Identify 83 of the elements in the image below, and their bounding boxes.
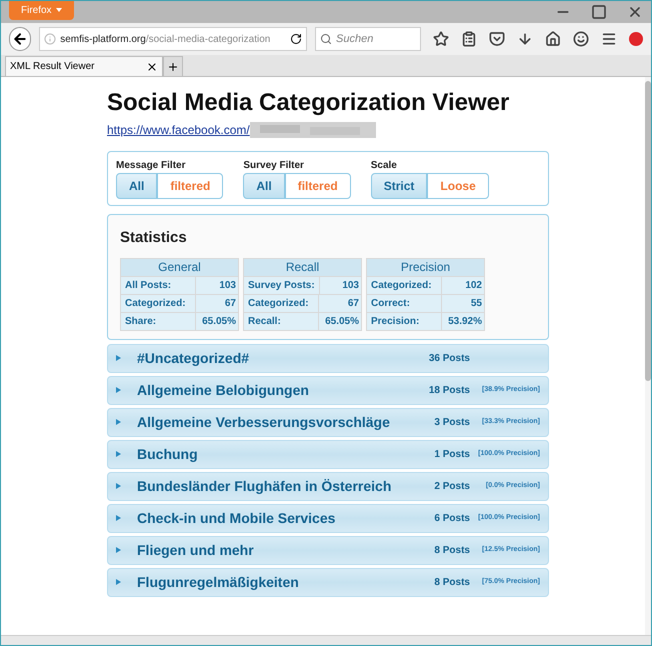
stats-value-cell: 103 [320,276,361,294]
filter-toggle[interactable]: filtered [157,173,224,199]
stats-label-cell: Recall: [244,312,318,330]
post-count: 8 Posts [434,544,470,558]
url-path: /social-media-categorization [146,32,270,46]
stats-label-cell: Share: [121,312,195,330]
post-count: 3 Posts [434,416,470,430]
firefox-menu-button[interactable]: Firefox [9,1,74,20]
reload-icon[interactable] [290,33,302,45]
filter-toggle[interactable]: All [243,173,285,199]
stats-heading: General [121,258,238,276]
maximize-icon[interactable] [591,4,607,20]
stats-value-cell: 65.05% [319,312,361,330]
clipboard-icon[interactable] [461,31,477,47]
filter-toggle[interactable]: Loose [427,173,489,199]
stats-label-cell: Categorized: [244,294,318,312]
stats-value-cell: 55 [442,294,484,312]
stats-heading: Recall [244,258,361,276]
search-field[interactable]: Suchen [315,27,421,51]
category-name: Check-in und Mobile Services [137,508,336,528]
stats-value-cell: 67 [319,294,361,312]
close-tab-icon[interactable] [146,60,158,72]
search-icon [320,33,332,45]
stats-value-cell: 65.05% [196,312,238,330]
bookmark-star-icon[interactable] [433,31,449,47]
filter-label: Message Filter [116,159,186,173]
plus-icon [167,60,179,72]
facebook-link[interactable]: https://www.facebook.com/ [107,121,250,139]
stats-value-cell: 53.92% [442,312,484,330]
category-name: Flugunregelmäßigkeiten [137,572,299,592]
post-count: 6 Posts [434,512,470,526]
statistics-title: Statistics [120,228,188,248]
filter-label: Survey Filter [243,159,305,173]
filter-label: Scale [370,159,398,173]
stats-heading: Precision [367,258,484,276]
post-count: 18 Posts [428,384,470,398]
stats-label-cell: Survey Posts: [244,276,319,294]
post-count: 1 Posts [434,448,470,462]
pocket-icon[interactable] [489,31,505,47]
post-count: 8 Posts [434,576,470,590]
expand-arrow-icon[interactable] [116,547,121,553]
category-name: Fliegen und mehr [137,540,254,560]
stats-value-cell: 67 [196,294,238,312]
stop-sign-icon[interactable] [629,32,643,46]
expand-arrow-icon[interactable] [116,515,121,521]
stats-label-cell: Categorized: [121,294,195,312]
category-name: Allgemeine Verbesserungsvorschläge [137,412,390,432]
new-tab-button[interactable] [163,56,183,76]
stats-value-cell: 102 [442,276,484,294]
expand-arrow-icon[interactable] [116,483,121,489]
back-button[interactable] [9,27,32,51]
menu-icon[interactable] [601,31,617,47]
category-name: Allgemeine Belobigungen [137,380,309,400]
search-input[interactable]: Suchen [336,30,416,48]
filter-toggle[interactable]: Strict [370,173,428,199]
expand-arrow-icon[interactable] [116,419,121,425]
dropdown-caret-icon [56,8,62,12]
filter-toggle[interactable]: filtered [284,173,351,199]
category-name: Buchung [137,444,198,464]
expand-arrow-icon[interactable] [116,355,121,361]
stats-label-cell: Precision: [367,312,441,330]
category-row[interactable]: #Uncategorized# 36 Posts [107,344,549,372]
post-count: 36 Posts [428,352,470,366]
home-icon[interactable] [545,31,561,47]
category-name: #Uncategorized# [137,348,250,368]
close-icon[interactable] [627,4,643,20]
page-title: Social Media Categorization Viewer [107,89,510,117]
filter-toggle[interactable]: All [116,173,158,199]
download-icon[interactable] [517,31,533,47]
stats-label-cell: Correct: [367,294,441,312]
address-bar[interactable]: semfis-platform.org/social-media-categorization [39,27,307,51]
expand-arrow-icon[interactable] [116,451,121,457]
stats-value-cell: 103 [196,276,238,294]
stats-label-cell: Categorized: [367,276,441,294]
smiley-icon[interactable] [573,31,589,47]
post-count: 2 Posts [434,480,470,494]
expand-arrow-icon[interactable] [116,579,121,585]
category-name: Bundesländer Flughäfen in Österreich [137,476,392,496]
browser-tab[interactable]: XML Result Viewer [5,56,163,76]
scrollbar[interactable] [645,77,651,635]
stats-label-cell: All Posts: [121,276,195,294]
expand-arrow-icon[interactable] [116,387,121,393]
url-host: semfis-platform.org [60,32,146,46]
